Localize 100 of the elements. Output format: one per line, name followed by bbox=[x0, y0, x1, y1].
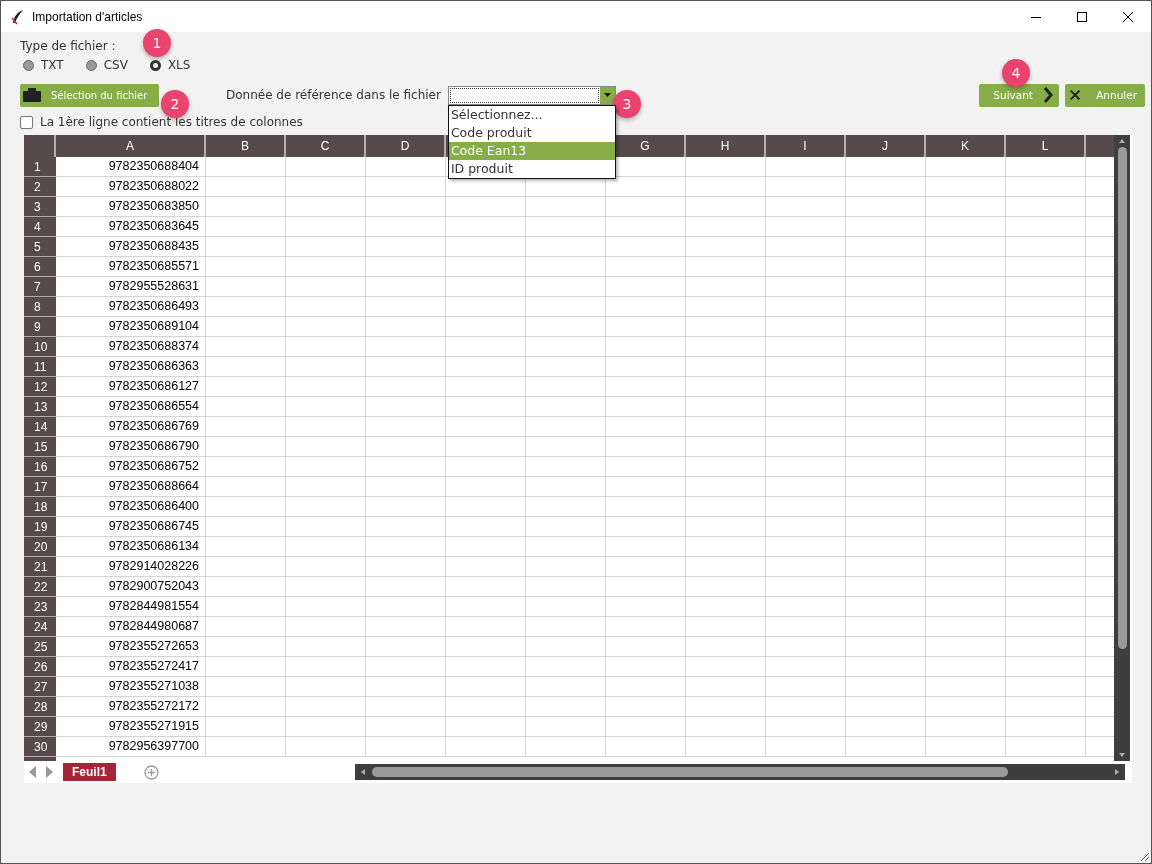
scroll-down-icon[interactable] bbox=[1119, 753, 1125, 757]
radio-option[interactable]: XLS bbox=[149, 58, 191, 72]
radio-icon[interactable] bbox=[23, 59, 34, 71]
table-cell: 9782350686493 bbox=[56, 297, 206, 317]
table-cell: 9782350686745 bbox=[56, 517, 206, 537]
table-cell: 9782350686400 bbox=[56, 497, 206, 517]
close-icon[interactable] bbox=[1123, 11, 1133, 22]
table-cell: 9782350688374 bbox=[56, 337, 206, 357]
vertical-scrollbar[interactable] bbox=[1114, 135, 1130, 761]
table-cell: 9782350686554 bbox=[56, 397, 206, 417]
row-header[interactable]: 9 bbox=[24, 317, 56, 337]
step-badge: 1 bbox=[143, 29, 171, 57]
reference-label: Donnée de référence dans le fichier bbox=[226, 88, 441, 102]
briefcase-icon bbox=[23, 88, 41, 102]
file-type-label: Type de fichier : bbox=[20, 39, 116, 53]
table-cell: 9782844980687 bbox=[56, 617, 206, 637]
radio-icon[interactable] bbox=[85, 59, 97, 71]
row-header[interactable]: 30 bbox=[24, 737, 56, 757]
dropdown-option[interactable]: ID produit bbox=[448, 159, 615, 178]
row-header[interactable]: 27 bbox=[24, 677, 56, 697]
maximize-icon[interactable] bbox=[1077, 11, 1087, 22]
column-header[interactable]: D bbox=[366, 135, 446, 157]
row-header[interactable]: 18 bbox=[24, 497, 56, 517]
column-header[interactable]: B bbox=[206, 135, 286, 157]
scroll-right-icon[interactable] bbox=[1114, 769, 1119, 775]
step-badge: 3 bbox=[613, 90, 641, 118]
radio-icon[interactable] bbox=[149, 59, 161, 71]
row-header[interactable]: 20 bbox=[24, 537, 56, 557]
table-cell: 9782355271038 bbox=[56, 677, 206, 697]
table-cell: 9782350688404 bbox=[56, 157, 206, 177]
column-header[interactable]: J bbox=[846, 135, 926, 157]
column-header[interactable]: K bbox=[926, 135, 1006, 157]
row-header[interactable]: 8 bbox=[24, 297, 56, 317]
row-header[interactable]: 7 bbox=[24, 277, 56, 297]
resize-grip-icon[interactable] bbox=[1140, 852, 1149, 861]
dropdown-option[interactable]: Sélectionnez... bbox=[448, 105, 615, 124]
row-header[interactable]: 1 bbox=[24, 157, 56, 177]
row-header[interactable]: 23 bbox=[24, 597, 56, 617]
add-sheet-icon[interactable] bbox=[143, 764, 159, 780]
row-header[interactable]: 6 bbox=[24, 257, 56, 277]
table-cell: 9782956397700 bbox=[56, 737, 206, 757]
row-header[interactable]: 22 bbox=[24, 577, 56, 597]
scroll-left-icon[interactable] bbox=[360, 769, 365, 775]
quill-icon bbox=[11, 8, 25, 25]
table-cell: 9782844981554 bbox=[56, 597, 206, 617]
row-header[interactable]: 24 bbox=[24, 617, 56, 637]
scroll-up-icon[interactable] bbox=[1119, 139, 1125, 143]
previous-sheet-icon[interactable] bbox=[29, 766, 37, 778]
row-header[interactable]: 29 bbox=[24, 717, 56, 737]
sheet-tab[interactable]: Feuil1 bbox=[63, 763, 116, 781]
row-header[interactable]: 14 bbox=[24, 417, 56, 437]
row-header[interactable]: 15 bbox=[24, 437, 56, 457]
close-icon bbox=[1070, 88, 1081, 102]
scrollbar-thumb[interactable] bbox=[1117, 147, 1127, 649]
column-header[interactable]: H bbox=[686, 135, 766, 157]
row-header[interactable]: 5 bbox=[24, 237, 56, 257]
table-cell: 9782350683850 bbox=[56, 197, 206, 217]
row-header[interactable]: 10 bbox=[24, 337, 56, 357]
horizontal-scrollbar[interactable] bbox=[354, 764, 1125, 780]
next-sheet-icon[interactable] bbox=[45, 766, 53, 778]
step-badge: 2 bbox=[161, 90, 189, 118]
row-header[interactable]: 4 bbox=[24, 217, 56, 237]
column-header[interactable]: A bbox=[56, 135, 206, 157]
table-cell: 9782350688664 bbox=[56, 477, 206, 497]
table-cell: 9782355272653 bbox=[56, 637, 206, 657]
table-cell: 9782350686134 bbox=[56, 537, 206, 557]
table-cell: 9782350685571 bbox=[56, 257, 206, 277]
table-cell: 9782355272417 bbox=[56, 657, 206, 677]
radio-option[interactable]: TXT bbox=[23, 58, 64, 72]
row-header[interactable]: 12 bbox=[24, 377, 56, 397]
checkbox[interactable] bbox=[20, 115, 33, 129]
table-cell: 9782355271915 bbox=[56, 717, 206, 737]
window-title: Importation d'articles bbox=[32, 9, 143, 24]
scrollbar-thumb[interactable] bbox=[371, 767, 1008, 777]
row-header[interactable]: 25 bbox=[24, 637, 56, 657]
table-cell: 9782955528631 bbox=[56, 277, 206, 297]
column-header[interactable]: I bbox=[766, 135, 846, 157]
table-cell: 9782350688022 bbox=[56, 177, 206, 197]
row-header[interactable]: 11 bbox=[24, 357, 56, 377]
row-header[interactable]: 17 bbox=[24, 477, 56, 497]
row-header[interactable]: 3 bbox=[24, 197, 56, 217]
radio-option[interactable]: CSV bbox=[85, 58, 128, 72]
table-cell: 9782350689104 bbox=[56, 317, 206, 337]
row-header[interactable]: 19 bbox=[24, 517, 56, 537]
table-cell: 9782350686769 bbox=[56, 417, 206, 437]
column-header[interactable]: G bbox=[606, 135, 686, 157]
row-header[interactable]: 16 bbox=[24, 457, 56, 477]
column-header[interactable]: L bbox=[1006, 135, 1086, 157]
row-header[interactable]: 26 bbox=[24, 657, 56, 677]
row-header[interactable]: 2 bbox=[24, 177, 56, 197]
table-cell: 9782350686790 bbox=[56, 437, 206, 457]
table-cell: 9782355272172 bbox=[56, 697, 206, 717]
row-header[interactable]: 21 bbox=[24, 557, 56, 577]
row-header[interactable]: 13 bbox=[24, 397, 56, 417]
table-cell: 9782350688435 bbox=[56, 237, 206, 257]
chevron-right-icon bbox=[1043, 87, 1053, 103]
row-header[interactable]: 28 bbox=[24, 697, 56, 717]
caret-icon bbox=[603, 93, 611, 97]
column-header[interactable]: C bbox=[286, 135, 366, 157]
table-cell: 9782350683645 bbox=[56, 217, 206, 237]
